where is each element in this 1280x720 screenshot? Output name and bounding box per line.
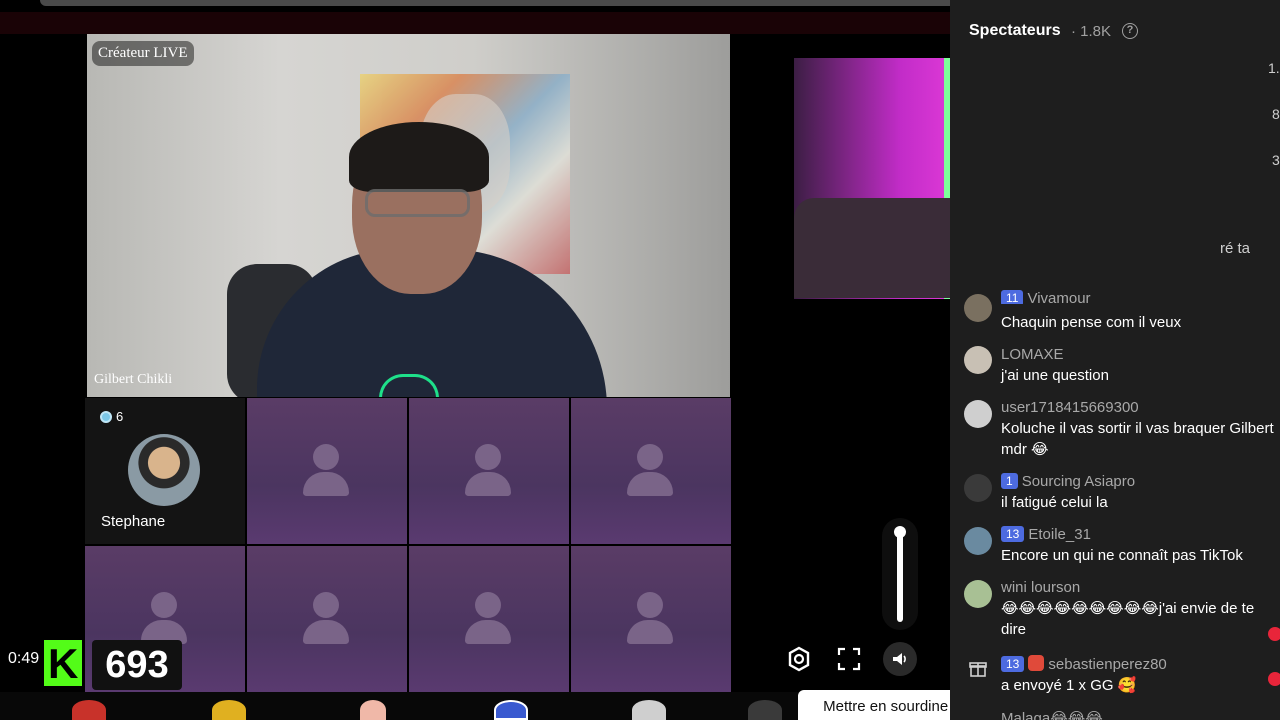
user-placeholder-body xyxy=(303,472,349,496)
avatar xyxy=(128,434,200,506)
fullscreen-button[interactable] xyxy=(832,642,866,676)
chat-username[interactable]: LOMAXE xyxy=(1001,344,1276,365)
heart-icon xyxy=(1268,627,1280,641)
settings-icon xyxy=(788,646,810,672)
chat-comment-header: 11 Vivamour xyxy=(1001,290,1276,304)
fullscreen-icon xyxy=(837,647,861,671)
stream-timer: 0:49 xyxy=(8,650,40,667)
ghost-text: 1. xyxy=(1268,60,1280,76)
host-label: Créateur LIVE xyxy=(92,41,194,66)
kick-logo-icon: K xyxy=(44,640,82,686)
avatar[interactable] xyxy=(964,527,992,555)
help-icon[interactable]: ? xyxy=(1122,23,1138,39)
gift-sunglasses-icon[interactable] xyxy=(212,700,246,720)
host-video[interactable] xyxy=(87,34,730,397)
level-badge: 1 xyxy=(1001,473,1018,489)
chat-message: Chaquin pense com il veux xyxy=(1001,314,1182,331)
ghost-text: ré ta xyxy=(1220,240,1251,257)
sidebar-title: Spectateurs xyxy=(969,22,1061,39)
host-name: Gilbert Chikli xyxy=(94,372,173,387)
level-badge: 13 xyxy=(1001,526,1025,542)
gift-hand-icon[interactable] xyxy=(360,700,386,720)
avatar[interactable] xyxy=(964,294,992,322)
gift-strawberry-icon[interactable] xyxy=(72,700,106,720)
user-placeholder-body xyxy=(465,620,511,644)
volume-slider[interactable] xyxy=(897,530,903,622)
guest-name: Stephane xyxy=(101,513,166,530)
user-placeholder-body xyxy=(627,472,673,496)
fan-badge-icon xyxy=(1028,655,1045,671)
guest-badge: 6 xyxy=(100,409,123,424)
user-placeholder-body xyxy=(627,620,673,644)
chat-username[interactable]: user1718415669300 xyxy=(1001,397,1276,418)
guest-grid: 6 Stephane xyxy=(85,398,732,692)
gift-icon xyxy=(969,662,987,677)
empty-seat[interactable] xyxy=(571,546,731,692)
user-placeholder-icon xyxy=(151,592,177,618)
chat-comment: LOMAXE j'ai une question xyxy=(1001,344,1276,386)
badge-icon xyxy=(100,410,112,423)
chat-comment: 11 Vivamour Chaquin pense com il veux xyxy=(1001,290,1276,333)
empty-seat[interactable] xyxy=(409,546,569,692)
avatar[interactable] xyxy=(964,580,992,608)
user-placeholder-icon xyxy=(313,592,339,618)
chat-comment: user1718415669300 Koluche il vas sortir … xyxy=(1001,397,1276,460)
chat-message: Encore un qui ne connaît pas TikTok xyxy=(1001,547,1243,564)
avatar[interactable] xyxy=(964,346,992,374)
gift-globe-icon[interactable] xyxy=(494,700,528,720)
top-bar-band xyxy=(0,12,950,34)
gift-feather-icon[interactable] xyxy=(632,700,666,720)
chat-message: 😂😂😂😂😂😂😂😂😂j'ai envie de te dire xyxy=(1001,600,1255,638)
user-placeholder-icon xyxy=(637,444,663,470)
chat-username[interactable]: wini lourson xyxy=(1001,577,1276,598)
gift-item-icon[interactable] xyxy=(748,700,782,720)
empty-seat[interactable] xyxy=(409,398,569,544)
empty-seat[interactable] xyxy=(571,398,731,544)
user-placeholder-body xyxy=(465,472,511,496)
chat-message: Koluche il vas sortir il vas braquer Gil… xyxy=(1001,420,1274,458)
viewer-count: 693 xyxy=(92,640,182,690)
chat-username[interactable]: sebastienperez80 xyxy=(1048,656,1166,673)
user-placeholder-icon xyxy=(475,592,501,618)
host-glasses xyxy=(365,189,470,217)
mute-icon xyxy=(893,653,906,665)
chat-message: j'ai une question xyxy=(1001,367,1109,384)
chat-comment: 13 sebastienperez80 a envoyé 1 x GG 🥰 xyxy=(1001,654,1276,696)
chat-comment: 13 Etoile_31 Encore un qui ne connaît pas… xyxy=(1001,524,1276,566)
chat-comment: Malaga😂😂😂 xyxy=(1001,708,1276,720)
kick-logo-letter: K xyxy=(48,640,79,687)
chat-comment: wini lourson 😂😂😂😂😂😂😂😂😂j'ai envie de te d… xyxy=(1001,577,1276,640)
user-placeholder-icon xyxy=(637,592,663,618)
chat-message: a envoyé 1 x GG 🥰 xyxy=(1001,677,1137,694)
chat-username[interactable]: Vivamour xyxy=(1027,290,1090,304)
guest-badge-count: 6 xyxy=(116,409,124,424)
user-placeholder-icon xyxy=(475,444,501,470)
avatar[interactable] xyxy=(964,400,992,428)
chat-username[interactable]: Etoile_31 xyxy=(1028,526,1091,543)
empty-seat[interactable] xyxy=(247,398,407,544)
chat-message: il fatigué celui la xyxy=(1001,494,1108,511)
mute-button[interactable] xyxy=(883,642,917,676)
viewer-total: · 1.8K xyxy=(1071,23,1112,40)
user-placeholder-body xyxy=(303,620,349,644)
settings-button[interactable] xyxy=(782,642,816,676)
chat-comment: 1 Sourcing Asiapro il fatigué celui la xyxy=(1001,471,1276,513)
heart-icon xyxy=(1268,672,1280,686)
chat-username[interactable]: Sourcing Asiapro xyxy=(1022,473,1135,490)
chat-message: Malaga😂😂😂 xyxy=(1001,710,1103,720)
avatar[interactable] xyxy=(964,474,992,502)
level-badge: 11 xyxy=(1001,290,1024,304)
user-placeholder-icon xyxy=(313,444,339,470)
level-badge: 13 xyxy=(1001,656,1025,672)
guest-tile[interactable]: 6 Stephane xyxy=(85,398,245,544)
host-hair xyxy=(349,122,489,192)
ghost-text: 8 xyxy=(1272,106,1280,122)
ghost-text: 3 xyxy=(1272,152,1280,168)
volume-handle[interactable] xyxy=(894,526,906,538)
empty-seat[interactable] xyxy=(247,546,407,692)
